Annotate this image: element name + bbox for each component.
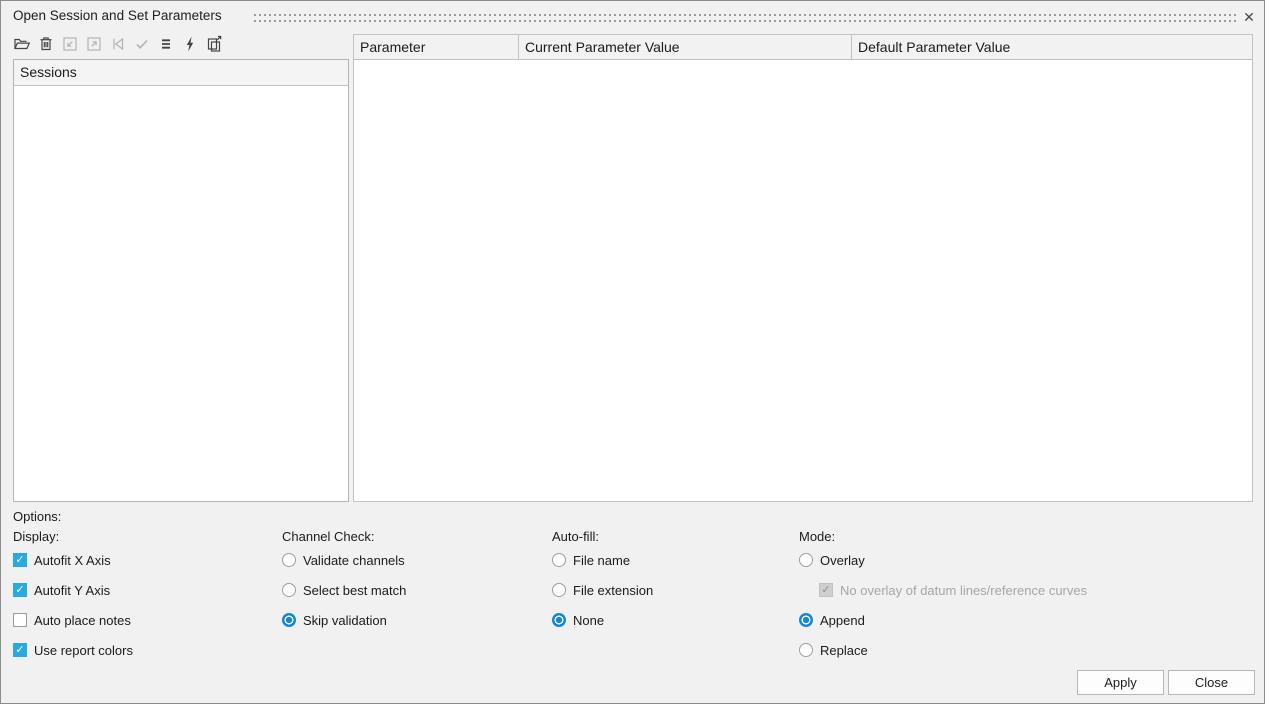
arrow-up-right-box-icon: [85, 35, 103, 53]
channel-check-group: Channel Check: Validate channels Select …: [282, 529, 406, 642]
file-extension-row[interactable]: File extension: [552, 582, 653, 598]
none-label: None: [573, 613, 604, 628]
display-group: Display: ✓ Autofit X Axis ✓ Autofit Y Ax…: [13, 529, 133, 672]
skip-validation-radio[interactable]: [282, 613, 296, 627]
move-out-button[interactable]: [85, 34, 103, 54]
replace-label: Replace: [820, 643, 868, 658]
validate-channels-radio[interactable]: [282, 553, 296, 567]
use-report-colors-label: Use report colors: [34, 643, 133, 658]
mode-group-label: Mode:: [799, 529, 1087, 545]
checkmark-icon: ✓: [15, 555, 24, 566]
session-toolbar: [13, 34, 223, 56]
auto-place-notes-row[interactable]: ✓ Auto place notes: [13, 612, 133, 628]
move-in-button[interactable]: [61, 34, 79, 54]
overlay-label: Overlay: [820, 553, 865, 568]
checkmark-icon: ✓: [15, 585, 24, 596]
apply-button[interactable]: Apply: [1077, 670, 1164, 695]
copy-parameters-button[interactable]: [205, 34, 223, 54]
none-radio[interactable]: [552, 613, 566, 627]
go-first-button[interactable]: [109, 34, 127, 54]
none-row[interactable]: None: [552, 612, 653, 628]
checkmark-icon: ✓: [821, 585, 830, 596]
autofit-x-axis-checkbox[interactable]: ✓: [13, 553, 27, 567]
autofit-y-axis-checkbox[interactable]: ✓: [13, 583, 27, 597]
column-header-current-value[interactable]: Current Parameter Value: [519, 35, 852, 59]
auto-fill-group: Auto-fill: File name File extension None: [552, 529, 653, 642]
skip-validation-label: Skip validation: [303, 613, 387, 628]
autofit-x-axis-row[interactable]: ✓ Autofit X Axis: [13, 552, 133, 568]
replace-row[interactable]: Replace: [799, 642, 1087, 658]
file-name-radio[interactable]: [552, 553, 566, 567]
sessions-panel: Sessions: [13, 59, 349, 502]
auto-place-notes-label: Auto place notes: [34, 613, 131, 628]
file-name-row[interactable]: File name: [552, 552, 653, 568]
display-group-label: Display:: [13, 529, 133, 545]
file-extension-label: File extension: [573, 583, 653, 598]
title-bar: Open Session and Set Parameters ✕: [1, 1, 1264, 31]
copy-arrow-icon: [205, 35, 223, 53]
validate-channels-label: Validate channels: [303, 553, 405, 568]
parameter-table-body[interactable]: [354, 60, 1252, 501]
overlay-radio[interactable]: [799, 553, 813, 567]
parameter-table: Parameter Current Parameter Value Defaul…: [353, 34, 1253, 502]
file-extension-radio[interactable]: [552, 583, 566, 597]
column-header-parameter[interactable]: Parameter: [354, 35, 519, 59]
menu-button[interactable]: [157, 34, 175, 54]
sessions-list[interactable]: [14, 86, 348, 501]
use-report-colors-checkbox[interactable]: ✓: [13, 643, 27, 657]
append-label: Append: [820, 613, 865, 628]
sessions-panel-header: Sessions: [14, 60, 348, 86]
open-session-button[interactable]: [13, 34, 31, 54]
delete-session-button[interactable]: [37, 34, 55, 54]
append-radio[interactable]: [799, 613, 813, 627]
parameter-table-header: Parameter Current Parameter Value Defaul…: [354, 35, 1252, 60]
autofit-y-axis-row[interactable]: ✓ Autofit Y Axis: [13, 582, 133, 598]
select-best-match-radio[interactable]: [282, 583, 296, 597]
trash-icon: [37, 35, 55, 53]
close-dialog-button[interactable]: ✕: [1239, 7, 1259, 27]
autofit-y-axis-label: Autofit Y Axis: [34, 583, 110, 598]
validate-channels-row[interactable]: Validate channels: [282, 552, 406, 568]
channel-check-group-label: Channel Check:: [282, 529, 406, 545]
column-header-default-value[interactable]: Default Parameter Value: [852, 35, 1252, 59]
select-best-match-label: Select best match: [303, 583, 406, 598]
folder-open-icon: [13, 35, 31, 53]
check-icon: [133, 35, 151, 53]
dialog-action-buttons: Apply Close: [1077, 670, 1255, 695]
lightning-icon: [181, 35, 199, 53]
skip-validation-row[interactable]: Skip validation: [282, 612, 406, 628]
no-overlay-datum-label: No overlay of datum lines/reference curv…: [840, 583, 1087, 598]
options-label: Options:: [13, 509, 61, 524]
no-overlay-datum-checkbox: ✓: [819, 583, 833, 597]
autofit-x-axis-label: Autofit X Axis: [34, 553, 111, 568]
quick-apply-button[interactable]: [181, 34, 199, 54]
checkmark-icon: ✓: [15, 645, 24, 656]
auto-place-notes-checkbox[interactable]: ✓: [13, 613, 27, 627]
dialog-title: Open Session and Set Parameters: [13, 1, 222, 31]
auto-fill-group-label: Auto-fill:: [552, 529, 653, 545]
append-row[interactable]: Append: [799, 612, 1087, 628]
arrow-down-left-box-icon: [61, 35, 79, 53]
file-name-label: File name: [573, 553, 630, 568]
close-button[interactable]: Close: [1168, 670, 1255, 695]
drag-handle-dots[interactable]: [254, 13, 1237, 23]
accept-button[interactable]: [133, 34, 151, 54]
prev-to-bar-icon: [109, 35, 127, 53]
close-icon: ✕: [1243, 9, 1255, 25]
use-report-colors-row[interactable]: ✓ Use report colors: [13, 642, 133, 658]
no-overlay-datum-row: ✓ No overlay of datum lines/reference cu…: [819, 582, 1087, 598]
overlay-row[interactable]: Overlay: [799, 552, 1087, 568]
replace-radio[interactable]: [799, 643, 813, 657]
menu-lines-icon: [157, 35, 175, 53]
open-session-dialog: Open Session and Set Parameters ✕: [0, 0, 1265, 704]
select-best-match-row[interactable]: Select best match: [282, 582, 406, 598]
mode-group: Mode: Overlay ✓ No overlay of datum line…: [799, 529, 1087, 672]
